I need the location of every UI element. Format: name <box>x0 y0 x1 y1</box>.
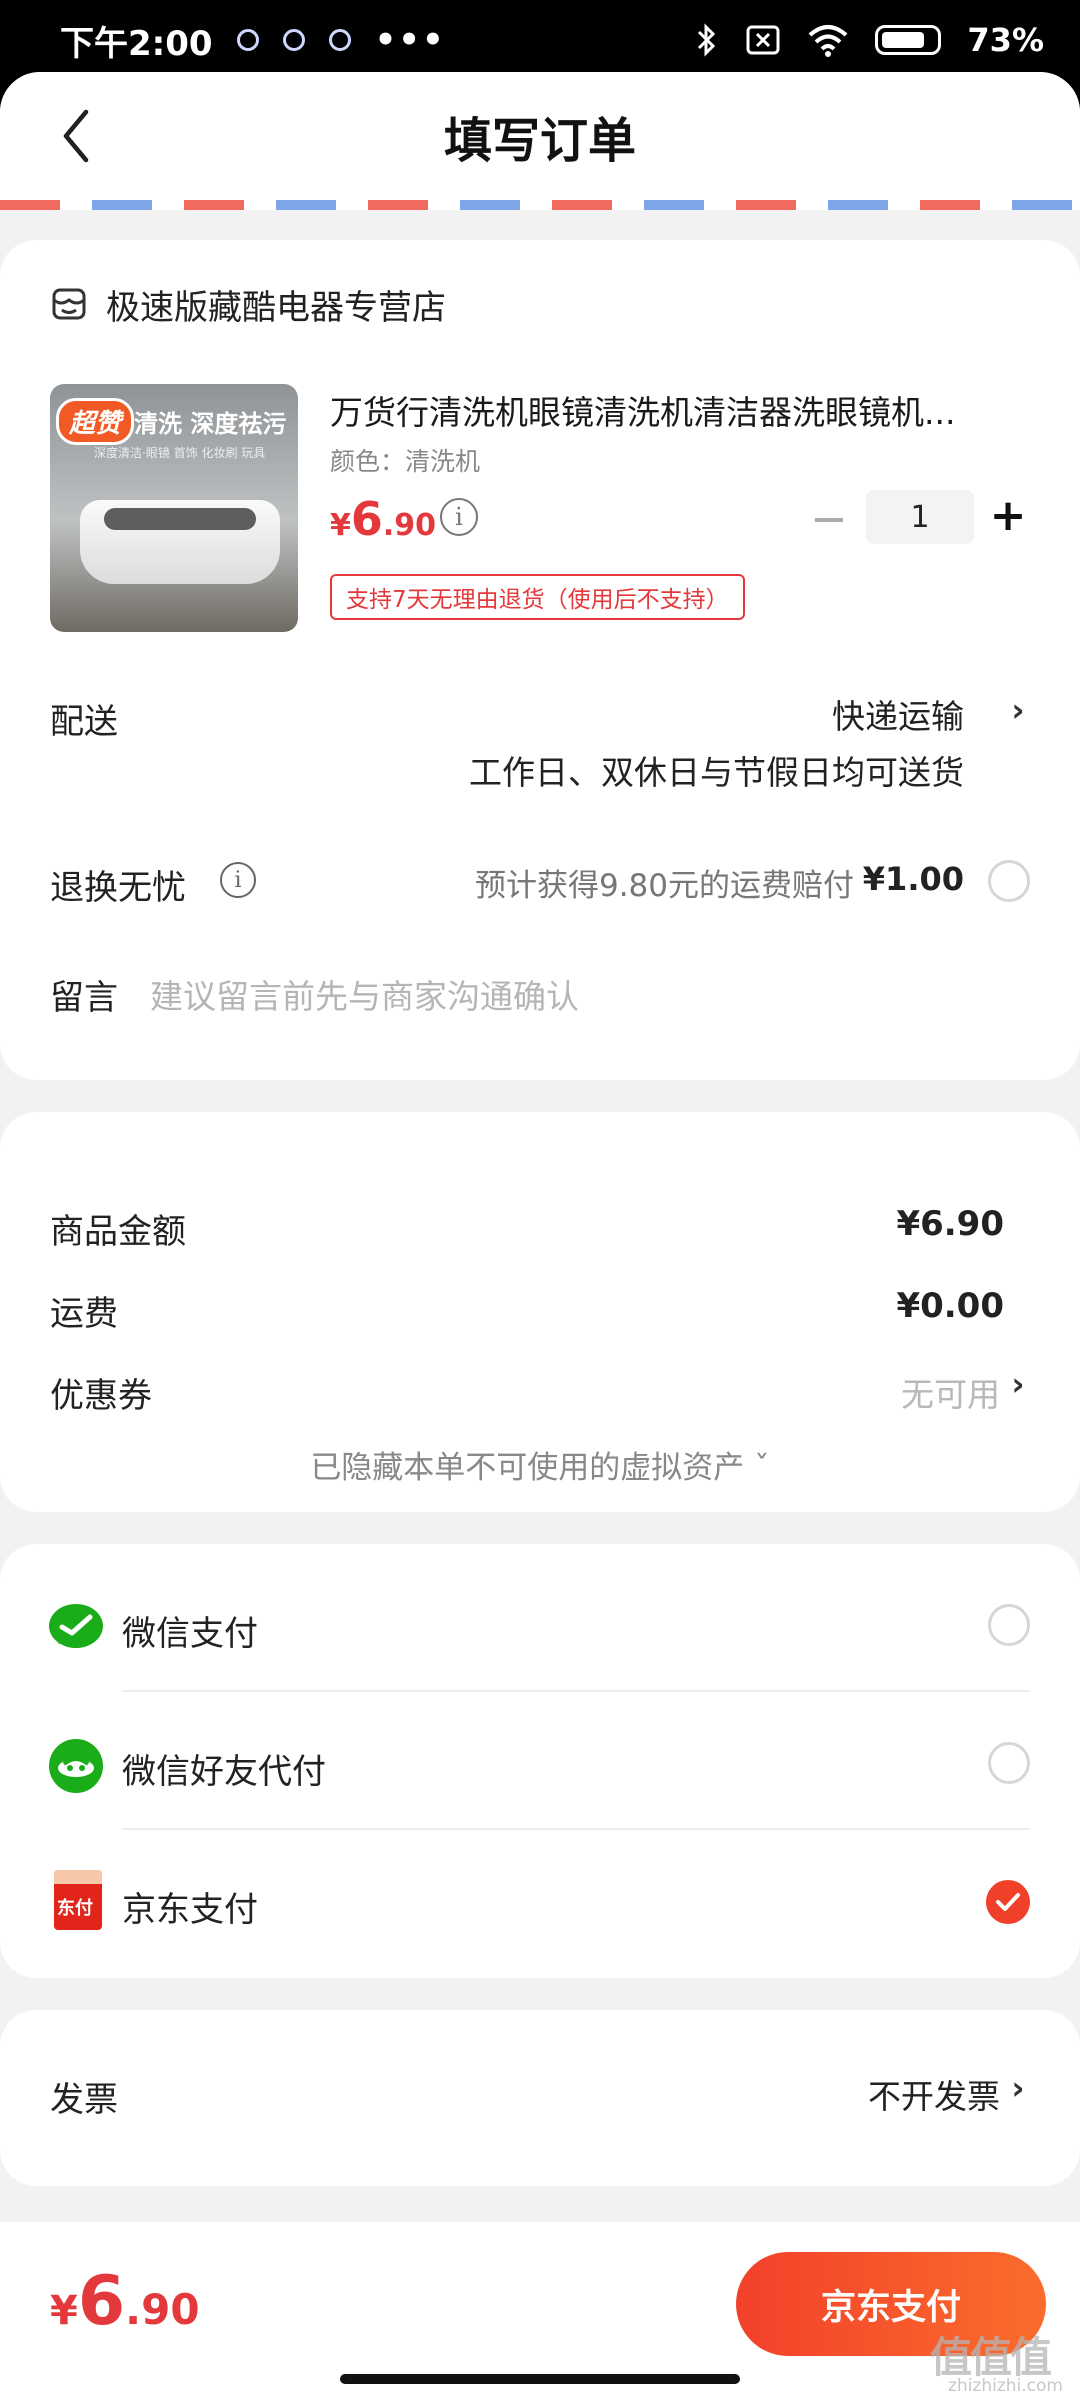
status-bar: 下午2:00 ••• 73% <box>0 0 1080 80</box>
store-icon <box>52 288 86 319</box>
hidden-assets-toggle[interactable]: 已隐藏本单不可使用的虚拟资产 ˇ <box>0 1442 1080 1487</box>
order-sheet: 填写订单 极速版藏酷电器专营店 超赞 清洗 深度祛污 深度清洁·眼镜 首饰 化妆… <box>0 72 1080 2400</box>
chevron-right-icon[interactable]: › <box>1006 1364 1030 1404</box>
shipping-fee-value: ¥0.00 <box>896 1286 1004 1326</box>
quantity-decrease-button[interactable] <box>804 502 854 538</box>
quantity-value[interactable]: 1 <box>866 490 974 544</box>
payment-method-wechat-friend[interactable]: 微信好友代付 <box>0 1692 1080 1830</box>
check-icon <box>996 1893 1020 1911</box>
chevron-right-icon[interactable]: › <box>1006 690 1030 730</box>
price-info-icon[interactable]: i <box>440 498 478 536</box>
product-title[interactable]: 万货行清洗机眼镜清洗机清洁器洗眼镜机... <box>330 386 1030 434</box>
jd-pay-icon: 东付 <box>54 1870 102 1930</box>
payment-method-label: 微信好友代付 <box>122 1752 326 1792</box>
more-notifications-icon: ••• <box>374 20 446 60</box>
total-price: ¥6.90 <box>50 2262 200 2341</box>
store-name: 极速版藏酷电器专营店 <box>106 288 446 328</box>
product-image-device <box>80 500 280 584</box>
price-symbol: ¥ <box>330 508 351 543</box>
home-indicator[interactable] <box>340 2374 740 2384</box>
payment-method-label: 京东支付 <box>122 1890 258 1930</box>
status-left: 下午2:00 ••• <box>60 16 446 65</box>
order-card: 极速版藏酷电器专营店 超赞 清洗 深度祛污 深度清洁·眼镜 首饰 化妆刷 玩具 … <box>0 240 1080 1080</box>
notification-icon <box>236 29 259 51</box>
return-insurance-price: ¥1.00 <box>862 860 964 898</box>
invoice-value[interactable]: 不开发票 <box>868 2070 1000 2118</box>
product-price: ¥6.90 <box>330 492 436 546</box>
back-button[interactable] <box>46 106 106 166</box>
watermark-url: zhizhizhi.com <box>948 2376 1063 2396</box>
address-divider-stripe <box>0 200 1080 210</box>
invoice-label: 发票 <box>50 2080 118 2120</box>
product-image-badge: 超赞 <box>56 398 135 445</box>
product-image-headline: 清洗 深度祛污 <box>134 410 287 438</box>
store-row[interactable]: 极速版藏酷电器专营店 <box>50 280 446 329</box>
battery-icon <box>875 25 942 55</box>
status-right: 73% <box>695 21 1044 59</box>
nav-bar: 填写订单 <box>0 72 1080 200</box>
return-insurance-note: 预计获得9.80元的运费赔付 <box>474 868 854 904</box>
total-integer: 6 <box>77 2262 126 2341</box>
memo-input[interactable]: 建议留言前先与商家沟通确认 <box>150 970 579 1018</box>
payment-method-label: 微信支付 <box>122 1614 258 1654</box>
status-time: 下午2:00 <box>60 23 213 64</box>
product-variant: 颜色：清洗机 <box>330 447 481 476</box>
total-symbol: ¥ <box>50 2288 78 2334</box>
payment-radio-jd[interactable] <box>986 1880 1030 1924</box>
bluetooth-icon <box>698 23 716 57</box>
chevron-right-icon[interactable]: › <box>1006 2068 1030 2108</box>
goods-amount-value: ¥6.90 <box>896 1204 1004 1244</box>
product-image-subline: 深度清洁·眼镜 首饰 化妆刷 玩具 <box>94 446 266 460</box>
notification-icon <box>282 29 305 51</box>
total-decimal: .90 <box>125 2285 200 2334</box>
return-insurance-radio[interactable] <box>988 860 1030 902</box>
quantity-increase-button[interactable]: + <box>986 494 1030 540</box>
notification-icon <box>328 29 351 51</box>
wechat-friend-pay-icon <box>49 1739 103 1793</box>
goods-amount-label: 商品金额 <box>50 1212 186 1252</box>
delivery-method[interactable]: 快递运输 <box>832 690 964 738</box>
delivery-note: 工作日、双休日与节假日均可送货 <box>469 753 964 792</box>
payment-radio-wechat-friend[interactable] <box>988 1742 1030 1784</box>
price-integer: 6 <box>350 492 383 546</box>
amounts-card: 商品金额 ¥6.90 运费 ¥0.00 优惠券 无可用 › 已隐藏本单不可使用的… <box>0 1112 1080 1512</box>
payment-radio-wechat[interactable] <box>988 1604 1030 1646</box>
product-image[interactable]: 超赞 清洗 深度祛污 深度清洁·眼镜 首饰 化妆刷 玩具 <box>50 384 298 632</box>
coupon-value[interactable]: 无可用 <box>901 1368 1000 1416</box>
minus-icon <box>815 518 843 522</box>
wechat-pay-icon <box>49 1604 103 1648</box>
chevron-left-icon <box>63 109 89 163</box>
wifi-icon <box>809 25 848 57</box>
payment-method-jd[interactable]: 东付 京东支付 <box>0 1830 1080 1970</box>
shipping-fee-label: 运费 <box>50 1294 118 1334</box>
price-decimal: .90 <box>382 508 437 543</box>
return-policy-badge: 支持7天无理由退货（使用后不支持） <box>330 574 745 620</box>
battery-level: 73% <box>967 21 1044 59</box>
jd-pay-icon-band <box>54 1870 102 1884</box>
payment-method-wechat[interactable]: 微信支付 <box>0 1554 1080 1692</box>
payment-card: 微信支付 微信好友代付 东付 京东支付 <box>0 1544 1080 1978</box>
coupon-label: 优惠券 <box>50 1376 152 1416</box>
page-title: 填写订单 <box>443 113 636 169</box>
return-insurance-label: 退换无忧 <box>50 868 186 908</box>
invoice-card[interactable]: 发票 不开发票 › <box>0 2010 1080 2186</box>
no-sim-icon <box>746 25 780 55</box>
return-insurance-info-icon[interactable]: i <box>220 862 256 898</box>
delivery-label: 配送 <box>50 702 118 742</box>
jd-pay-icon-text: 东付 <box>57 1898 93 1919</box>
memo-label: 留言 <box>50 978 118 1018</box>
